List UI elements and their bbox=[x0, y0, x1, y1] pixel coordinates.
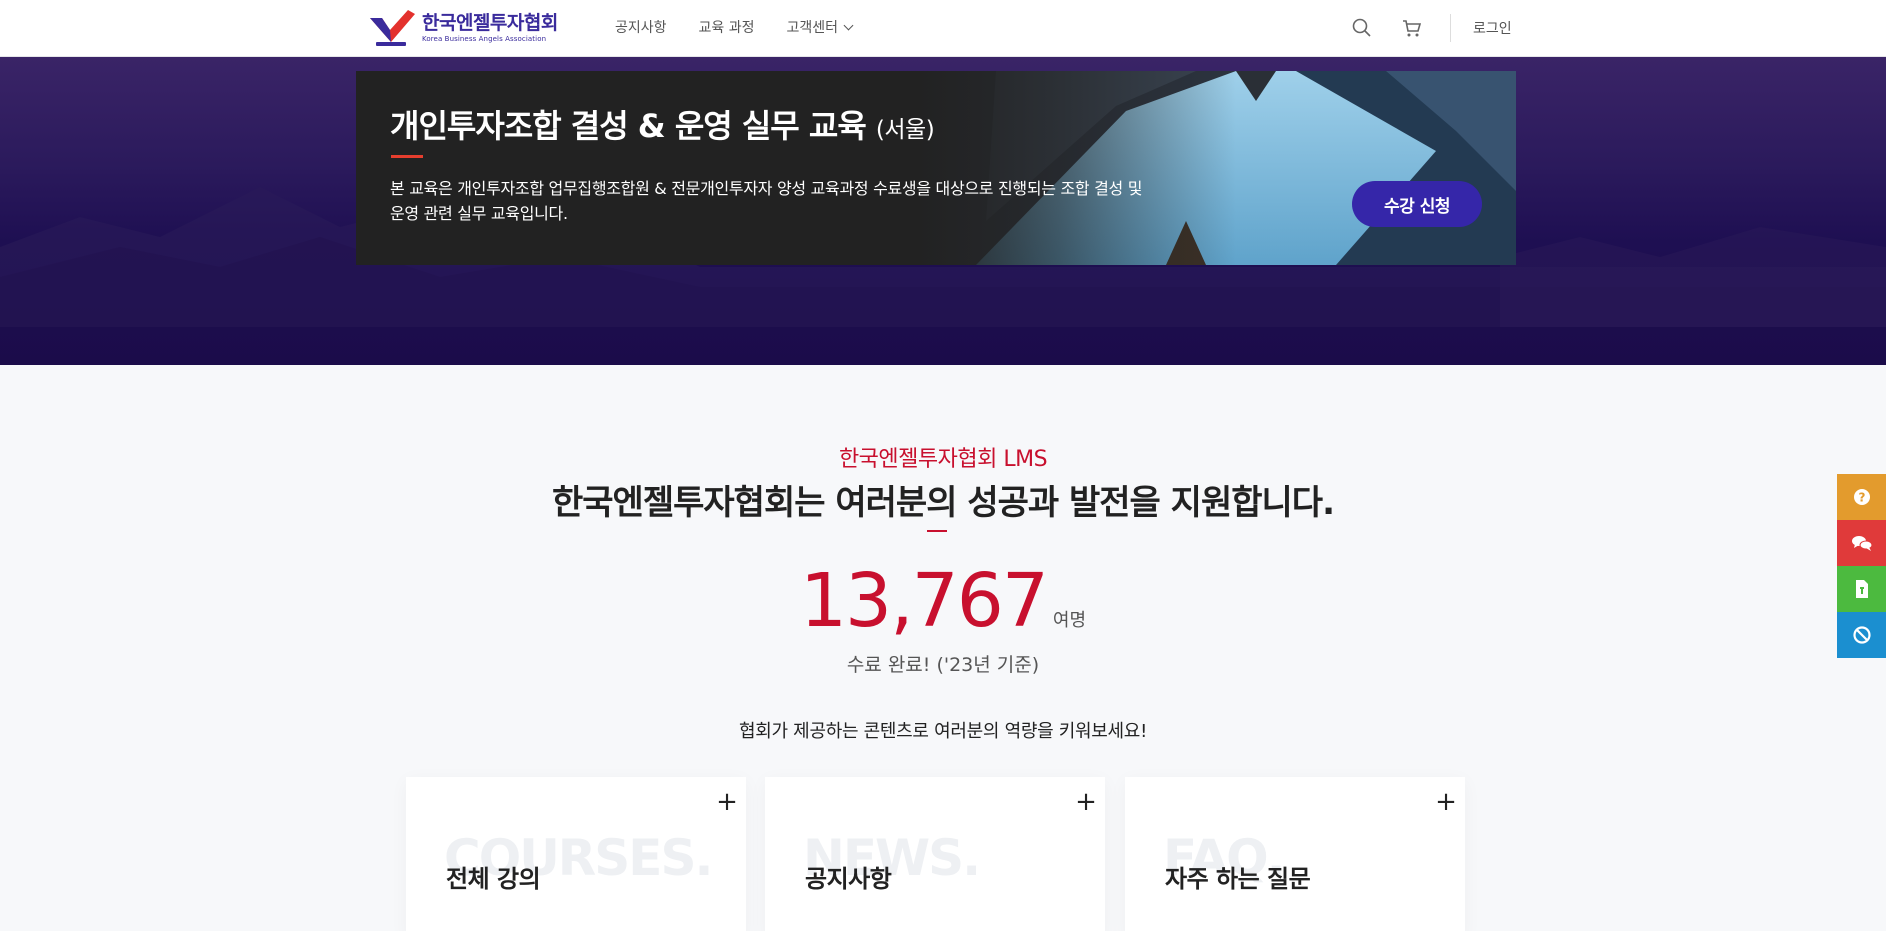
section-title: 한국엔젤투자협회는 여러분의 성공과 발전을 지원합니다. bbox=[552, 483, 1335, 523]
logo-mark-icon bbox=[368, 6, 416, 48]
banner-title-suffix: (서울) bbox=[875, 117, 935, 143]
title-accent-line bbox=[927, 530, 947, 532]
nav-courses[interactable]: 교육 과정 bbox=[699, 17, 755, 37]
section-subtitle: 한국엔젤투자협회 LMS bbox=[838, 447, 1048, 472]
enroll-button[interactable]: 수강 신청 bbox=[1352, 181, 1482, 227]
site-logo[interactable]: 한국엔젤투자협회 Korea Business Angels Associati… bbox=[368, 6, 558, 48]
logo-english-text: Korea Business Angels Association bbox=[422, 34, 547, 43]
plus-icon[interactable]: + bbox=[1071, 787, 1101, 817]
banner-title: 개인투자조합 결성 & 운영 실무 교육 (서울) bbox=[390, 101, 935, 147]
document-icon[interactable] bbox=[1837, 566, 1886, 612]
banner-fade bbox=[916, 71, 1236, 265]
login-link[interactable]: 로그인 bbox=[1473, 18, 1512, 38]
graduate-count: 13,767 bbox=[799, 558, 1049, 644]
plus-icon[interactable]: + bbox=[712, 787, 742, 817]
card-courses[interactable]: + COURSES. 전체 강의 bbox=[406, 777, 746, 931]
main-section: 한국엔젤투자협회 LMS 한국엔젤투자협회는 여러분의 성공과 발전을 지원합니… bbox=[0, 365, 1886, 931]
main-nav: 공지사항 교육 과정 고객센터 bbox=[615, 17, 854, 37]
graduate-counter: 13,767 여명 bbox=[0, 558, 1886, 644]
chat-icon[interactable] bbox=[1837, 520, 1886, 566]
completion-text: 수료 완료! ('23년 기준) bbox=[846, 654, 1040, 676]
graduate-count-unit: 여명 bbox=[1052, 610, 1087, 631]
banner-description: 본 교육은 개인투자조합 업무집행조합원 & 전문개인투자자 양성 교육과정 수… bbox=[390, 179, 1143, 223]
nav-courses-label: 교육 과정 bbox=[698, 20, 755, 36]
card-title: 전체 강의 bbox=[446, 865, 541, 893]
course-banner[interactable]: 개인투자조합 결성 & 운영 실무 교육 (서울) 본 교육은 개인투자조합 업… bbox=[356, 71, 1516, 265]
nav-notice[interactable]: 공지사항 bbox=[615, 17, 667, 37]
quick-menu: ? bbox=[1837, 474, 1886, 658]
nav-support-label: 고객센터 bbox=[786, 20, 839, 36]
site-header: 한국엔젤투자협회 Korea Business Angels Associati… bbox=[0, 0, 1886, 57]
card-title: 공지사항 bbox=[805, 865, 892, 893]
plus-icon[interactable]: + bbox=[1431, 787, 1461, 817]
question-icon[interactable]: ? bbox=[1837, 474, 1886, 520]
search-icon[interactable] bbox=[1350, 16, 1374, 40]
cart-icon[interactable] bbox=[1400, 16, 1424, 40]
header-divider bbox=[1450, 14, 1451, 42]
card-title: 자주 하는 질문 bbox=[1165, 865, 1311, 893]
card-faq[interactable]: + FAQ. 자주 하는 질문 bbox=[1125, 777, 1465, 931]
nav-support[interactable]: 고객센터 bbox=[786, 17, 854, 37]
nav-notice-label: 공지사항 bbox=[615, 20, 667, 36]
banner-accent-line bbox=[391, 155, 423, 158]
svg-text:?: ? bbox=[1858, 491, 1865, 505]
chevron-down-icon bbox=[843, 20, 854, 30]
logo-korean-text: 한국엔젤투자협회 bbox=[422, 11, 558, 34]
hero-section: 개인투자조합 결성 & 운영 실무 교육 (서울) 본 교육은 개인투자조합 업… bbox=[0, 57, 1886, 365]
banner-title-text: 개인투자조합 결성 & 운영 실무 교육 bbox=[390, 107, 867, 145]
block-icon[interactable] bbox=[1837, 612, 1886, 658]
card-news[interactable]: + NEWS. 공지사항 bbox=[765, 777, 1105, 931]
invite-text: 협회가 제공하는 콘텐츠로 여러분의 역량을 키워보세요! bbox=[738, 721, 1147, 742]
